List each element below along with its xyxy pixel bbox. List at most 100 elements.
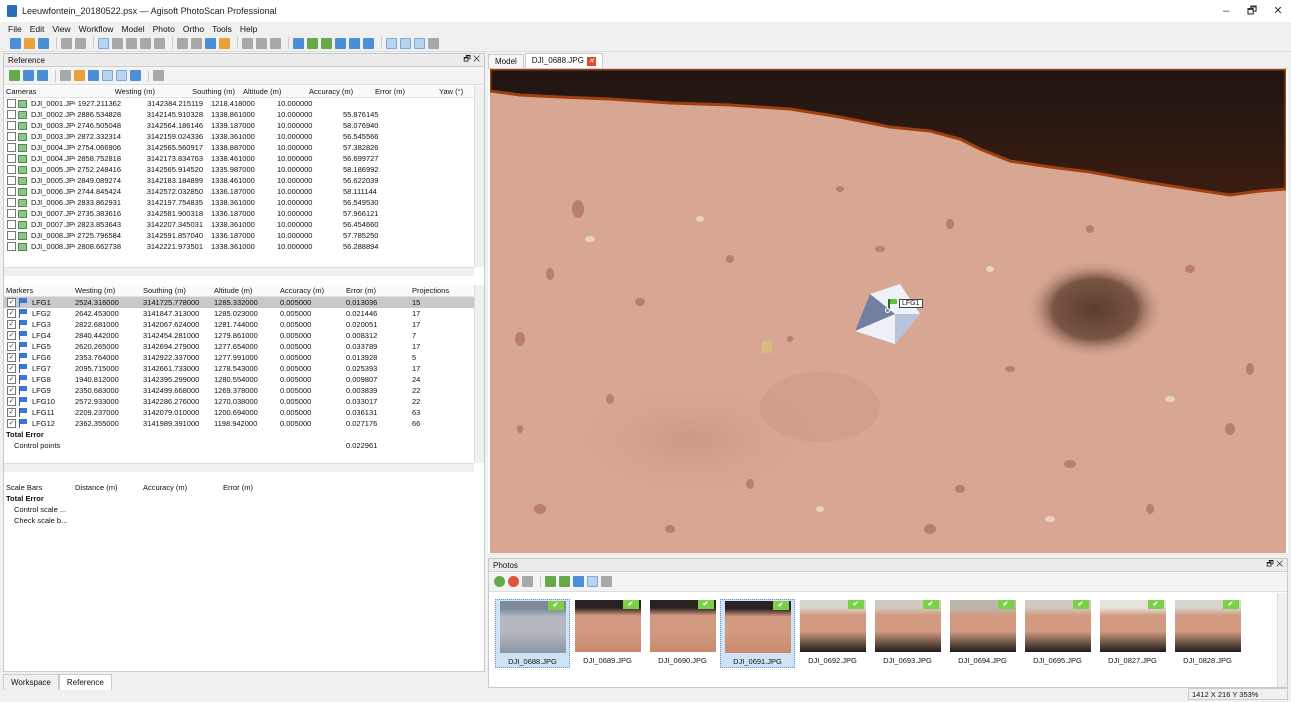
marker-checkbox[interactable]: ✓ [7,419,16,428]
camera-row[interactable]: DJI_0003.JPG 2872.332314 3142159.024336 133… [4,131,474,142]
menu-view[interactable]: View [52,24,70,34]
camera-row[interactable]: DJI_0006.JPG 2744.845424 3142572.032850 133… [4,186,474,197]
free-form-select-icon[interactable] [126,37,137,49]
cameras-vertical-scrollbar[interactable] [474,86,484,267]
shaded-icon[interactable] [293,37,304,49]
edit-shape-icon[interactable] [219,37,230,49]
marker-checkbox[interactable]: ✓ [7,309,16,318]
control-points-row[interactable]: Control points 0.022961 [4,440,474,451]
markers-icon[interactable] [321,37,332,49]
marker-row[interactable]: ✓ LFG3 2822.681000 3142067.624000 1281.74400… [4,319,474,330]
col-error[interactable]: Error (m) [344,286,410,295]
marker-row[interactable]: ✓ LFG6 2353.764000 3142922.337000 1277.99100… [4,352,474,363]
camera-checkbox[interactable] [7,121,16,130]
marker-row[interactable]: ✓ LFG8 1940.812000 3142395.299000 1280.55400… [4,374,474,385]
maximize-button[interactable]: 🗗 [1239,0,1265,22]
marker-checkbox[interactable]: ✓ [7,364,16,373]
details-view-icon[interactable] [601,576,612,587]
filter-selection-icon[interactable] [559,576,570,587]
col-projections[interactable]: Projections [410,286,470,295]
col-error[interactable]: Error (m) [221,483,287,492]
col-scale-bars[interactable]: Scale Bars [4,483,73,492]
camera-row[interactable]: DJI_0005.JPG 2752.248416 3142565.914520 133… [4,164,474,175]
tab-model[interactable]: Model [488,54,524,68]
filter-marker-icon[interactable] [545,576,556,587]
open-icon[interactable] [24,37,35,49]
camera-checkbox[interactable] [7,231,16,240]
photo-viewer[interactable]: LFG1 [490,69,1286,553]
camera-row[interactable]: DJI_0006.JPG 2833.862931 3142197.754835 133… [4,197,474,208]
draw-polyline-icon[interactable] [191,37,202,49]
magic-wand-icon[interactable] [154,37,165,49]
photo-thumbnail[interactable]: ✔ DJI_0692.JPG [795,599,870,668]
new-icon[interactable] [10,37,21,49]
save-icon[interactable] [38,37,49,49]
photo-thumbnail[interactable]: ✔ DJI_0827.JPG [1095,599,1170,668]
menu-edit[interactable]: Edit [30,24,45,34]
marker-checkbox[interactable]: ✓ [7,320,16,329]
binoculars-icon[interactable] [573,576,584,587]
menu-ortho[interactable]: Ortho [183,24,204,34]
camera-checkbox[interactable] [7,143,16,152]
settings-icon[interactable] [74,70,85,81]
marker-checkbox[interactable]: ✓ [7,353,16,362]
menu-help[interactable]: Help [240,24,257,34]
photo-thumbnail[interactable]: ✔ DJI_0694.JPG [945,599,1020,668]
marker-row[interactable]: ✓ LFG12 2362.355000 3141989.391000 1198.9420… [4,418,474,429]
camera-checkbox[interactable] [7,176,16,185]
camera-checkbox[interactable] [7,154,16,163]
marker-checkbox[interactable]: ✓ [7,386,16,395]
draw-polygon-icon[interactable] [205,37,216,49]
markers-horizontal-scrollbar[interactable] [4,463,474,472]
col-error[interactable]: Error (m) [373,87,437,96]
camera-row[interactable]: DJI_0002.JPG 2886.534828 3142145.910328 133… [4,109,474,120]
remove-cameras-icon[interactable] [522,576,533,587]
tab-workspace[interactable]: Workspace [3,674,59,690]
undo-icon[interactable] [61,37,72,49]
col-westing[interactable]: Westing (m) [73,286,141,295]
cameras-horizontal-scrollbar[interactable] [4,267,474,276]
camera-row[interactable]: DJI_0008.JPG 2808.662738 3142221.973501 133… [4,241,474,252]
col-yaw[interactable]: Yaw (°) [437,87,474,96]
camera-row[interactable]: DJI_0004.JPG 2858.752818 3142173.834763 133… [4,153,474,164]
tab-photo[interactable]: DJI_0688.JPG ✕ [524,53,603,68]
delete-selection-icon[interactable] [256,37,267,49]
marker-checkbox[interactable]: ✓ [7,342,16,351]
camera-row[interactable]: DJI_0005.JPG 2849.089274 3142183.184899 133… [4,175,474,186]
camera-row[interactable]: DJI_0008.JPG 2725.796584 3142591.857040 133… [4,230,474,241]
col-westing[interactable]: Westing (m) [73,87,161,96]
show-markers-icon[interactable] [414,37,425,49]
camera-checkbox[interactable] [7,198,16,207]
zoom-in-icon[interactable] [335,37,346,49]
menu-workflow[interactable]: Workflow [79,24,114,34]
grid-icon[interactable] [428,37,439,49]
camera-row[interactable]: DJI_0001.JPG 1927.211362 3142384.215119 121… [4,98,474,109]
cut-icon[interactable] [270,37,281,49]
tab-reference[interactable]: Reference [58,674,112,690]
marker-checkbox[interactable]: ✓ [7,375,16,384]
camera-checkbox[interactable] [7,99,16,108]
menu-tools[interactable]: Tools [212,24,232,34]
tools-icon[interactable] [153,70,164,81]
thumbnail-view-icon[interactable] [587,576,598,587]
photo-thumbnail[interactable]: ✔ DJI_0693.JPG [870,599,945,668]
view-errors-icon[interactable] [130,70,141,81]
show-shapes-icon[interactable] [400,37,411,49]
menu-model[interactable]: Model [121,24,144,34]
check-scale-row[interactable]: Check scale b... [4,515,484,526]
camera-checkbox[interactable] [7,165,16,174]
minimize-button[interactable]: – [1213,0,1239,22]
marker-checkbox[interactable]: ✓ [7,408,16,417]
panel-float-close-icon[interactable]: 🗗 ✕ [463,53,480,67]
menu-photo[interactable]: Photo [153,24,175,34]
view-source-icon[interactable] [102,70,113,81]
zoom-out-icon[interactable] [349,37,360,49]
marker-checkbox[interactable]: ✓ [7,397,16,406]
mask-icon[interactable] [307,37,318,49]
camera-checkbox[interactable] [7,209,16,218]
rectangle-select-icon[interactable] [112,37,123,49]
panel-float-close-icon[interactable]: 🗗 ✕ [1266,558,1283,572]
col-accuracy[interactable]: Accuracy (m) [307,87,373,96]
marker-checkbox[interactable]: ✓ [7,331,16,340]
control-scale-row[interactable]: Control scale ... [4,504,484,515]
